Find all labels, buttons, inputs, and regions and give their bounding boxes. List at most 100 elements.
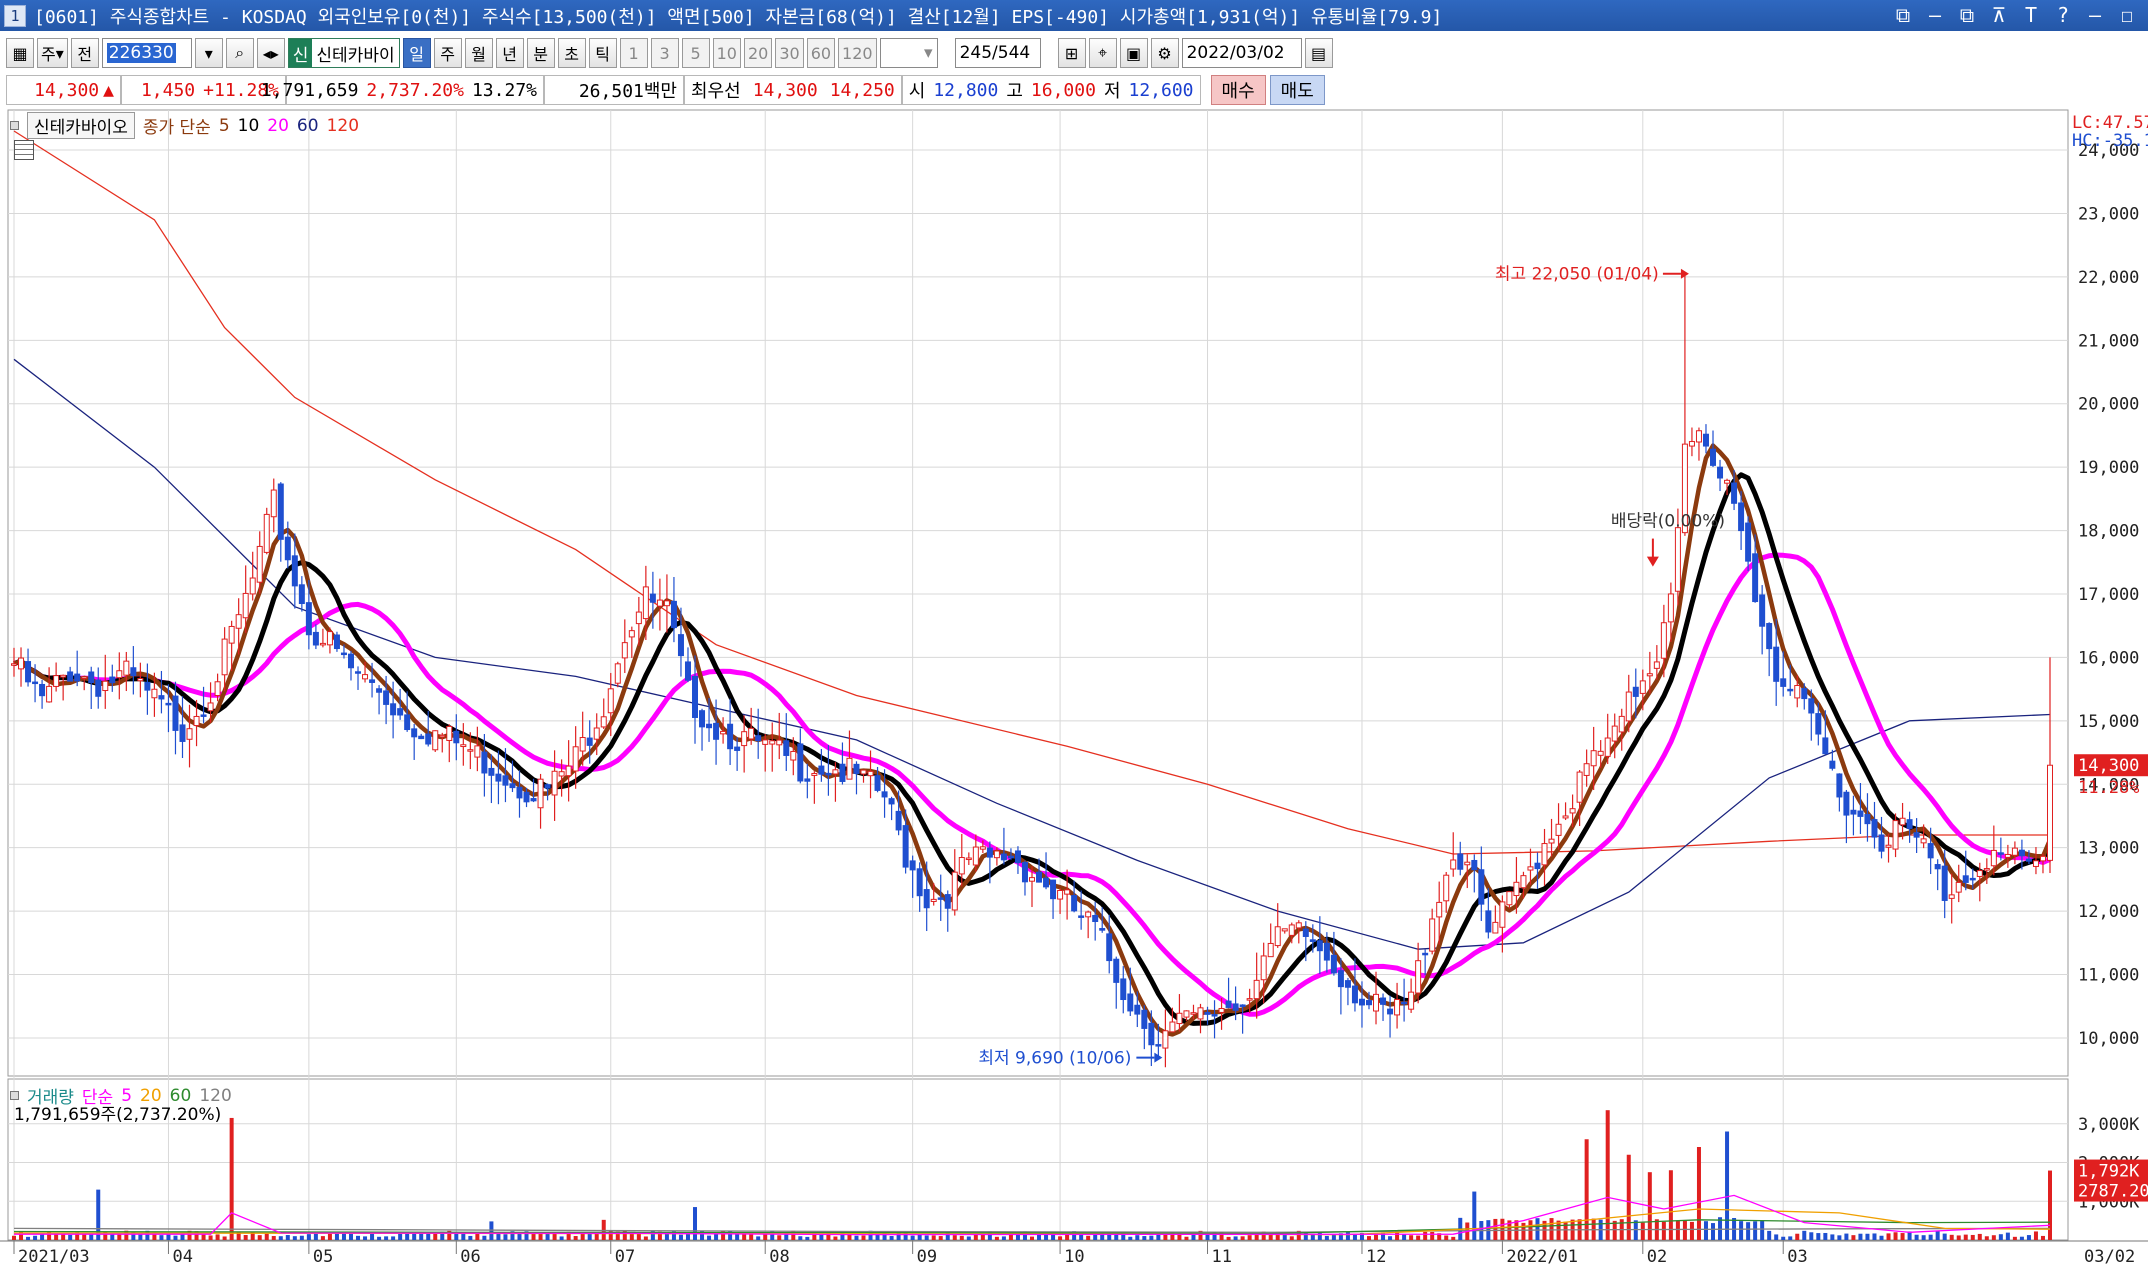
- volume-bar[interactable]: [1423, 1231, 1428, 1240]
- stock-name-field[interactable]: 신 신테카바이: [287, 38, 400, 68]
- candle-body[interactable]: [1892, 820, 1899, 850]
- candle-body[interactable]: [1064, 889, 1071, 895]
- volume-bar[interactable]: [285, 1235, 290, 1240]
- candle-body[interactable]: [839, 763, 846, 782]
- volume-bar[interactable]: [26, 1236, 31, 1240]
- candle-body[interactable]: [1351, 985, 1358, 1004]
- volume-bar[interactable]: [552, 1233, 557, 1240]
- candle-body[interactable]: [221, 638, 228, 676]
- speaker-icon[interactable]: ◂▸: [256, 38, 285, 68]
- volume-bar[interactable]: [54, 1234, 59, 1240]
- gear-icon[interactable]: ⚙: [1150, 38, 1179, 68]
- candle-body[interactable]: [958, 857, 965, 875]
- candle-body[interactable]: [1815, 713, 1822, 735]
- volume-legend-toggle-icon[interactable]: [10, 1091, 19, 1100]
- volume-bar[interactable]: [40, 1234, 45, 1240]
- candle-body[interactable]: [1337, 970, 1344, 988]
- candle-body[interactable]: [1029, 877, 1035, 882]
- candle-body[interactable]: [930, 898, 937, 902]
- candle-body[interactable]: [1246, 998, 1253, 1001]
- candle-body[interactable]: [1007, 855, 1014, 859]
- candle-body[interactable]: [11, 663, 17, 666]
- volume-bar[interactable]: [573, 1236, 578, 1240]
- help-icon[interactable]: ?: [2052, 3, 2074, 27]
- candle-body[interactable]: [1380, 997, 1387, 1005]
- candle-body[interactable]: [312, 631, 319, 646]
- candle-body[interactable]: [383, 690, 390, 705]
- volume-bar[interactable]: [1626, 1154, 1631, 1240]
- candle-body[interactable]: [1822, 737, 1829, 755]
- interval-120[interactable]: 120: [838, 38, 877, 68]
- candle-body[interactable]: [1176, 1012, 1183, 1025]
- volume-bar[interactable]: [559, 1236, 564, 1240]
- candle-body[interactable]: [537, 778, 544, 809]
- candle-body[interactable]: [1225, 1000, 1232, 1008]
- candle-body[interactable]: [727, 723, 734, 750]
- candle-body[interactable]: [1906, 819, 1913, 829]
- candle-body[interactable]: [1127, 993, 1134, 1012]
- volume-bar[interactable]: [278, 1236, 283, 1240]
- font-icon[interactable]: T: [2020, 3, 2042, 27]
- tab-day[interactable]: 일: [402, 38, 431, 68]
- volume-bar[interactable]: [12, 1235, 16, 1240]
- volume-bar[interactable]: [994, 1236, 999, 1240]
- candle-body[interactable]: [1731, 482, 1738, 504]
- candle-body[interactable]: [186, 728, 193, 740]
- buy-button[interactable]: 매수: [1210, 75, 1266, 105]
- candle-body[interactable]: [2018, 849, 2025, 857]
- volume-bar[interactable]: [1345, 1231, 1350, 1240]
- candle-body[interactable]: [916, 868, 923, 897]
- candle-body[interactable]: [1801, 688, 1808, 700]
- candle-body[interactable]: [432, 730, 439, 751]
- candle-body[interactable]: [495, 773, 502, 782]
- volume-bar[interactable]: [2026, 1235, 2031, 1240]
- candle-body[interactable]: [670, 600, 677, 629]
- candle-body[interactable]: [972, 846, 979, 866]
- candle-body[interactable]: [1499, 901, 1506, 928]
- restore-icon[interactable]: ⧉: [1956, 3, 1978, 27]
- candle-body[interactable]: [397, 708, 404, 716]
- candle-body[interactable]: [1843, 791, 1850, 816]
- volume-bar[interactable]: [1268, 1234, 1273, 1240]
- candle-body[interactable]: [1541, 843, 1548, 866]
- candle-body[interactable]: [1464, 861, 1471, 866]
- candle-body[interactable]: [404, 714, 411, 731]
- candle-body[interactable]: [1309, 939, 1316, 942]
- custom-interval-input[interactable]: ▾: [879, 38, 938, 68]
- volume-bar[interactable]: [264, 1233, 269, 1240]
- volume-bar[interactable]: [1977, 1233, 1982, 1240]
- volume-bar[interactable]: [1928, 1234, 1933, 1240]
- volume-bar[interactable]: [1675, 1220, 1680, 1240]
- volume-bar[interactable]: [643, 1236, 648, 1240]
- candle-body[interactable]: [319, 642, 326, 646]
- volume-bar[interactable]: [1058, 1236, 1063, 1240]
- candle-body[interactable]: [579, 737, 586, 752]
- candle-body[interactable]: [207, 702, 214, 712]
- candle-body[interactable]: [1436, 901, 1443, 918]
- save-icon[interactable]: ▣: [1119, 38, 1148, 68]
- volume-bar[interactable]: [1879, 1235, 1884, 1240]
- candle-body[interactable]: [677, 634, 684, 657]
- candle-body[interactable]: [362, 674, 369, 680]
- candle-body[interactable]: [1836, 773, 1843, 798]
- candle-body[interactable]: [1450, 859, 1457, 870]
- candle-body[interactable]: [1548, 838, 1555, 844]
- candle-body[interactable]: [944, 894, 951, 909]
- candle-body[interactable]: [1078, 915, 1085, 918]
- candle-body[interactable]: [88, 671, 95, 684]
- candle-body[interactable]: [874, 775, 881, 791]
- volume-bar[interactable]: [1823, 1232, 1828, 1240]
- volume-bar[interactable]: [735, 1233, 740, 1240]
- candle-body[interactable]: [53, 675, 60, 687]
- volume-bar[interactable]: [1851, 1235, 1856, 1240]
- candle-body[interactable]: [1457, 853, 1464, 870]
- candle-body[interactable]: [755, 735, 762, 742]
- volume-bar[interactable]: [1865, 1233, 1870, 1240]
- volume-bar[interactable]: [229, 1117, 234, 1240]
- volume-bar[interactable]: [1451, 1236, 1456, 1240]
- candle-body[interactable]: [1323, 942, 1330, 961]
- candle-body[interactable]: [1281, 928, 1288, 932]
- candle-body[interactable]: [1997, 852, 2004, 855]
- volume-bar[interactable]: [1998, 1234, 2003, 1240]
- candle-body[interactable]: [81, 676, 88, 679]
